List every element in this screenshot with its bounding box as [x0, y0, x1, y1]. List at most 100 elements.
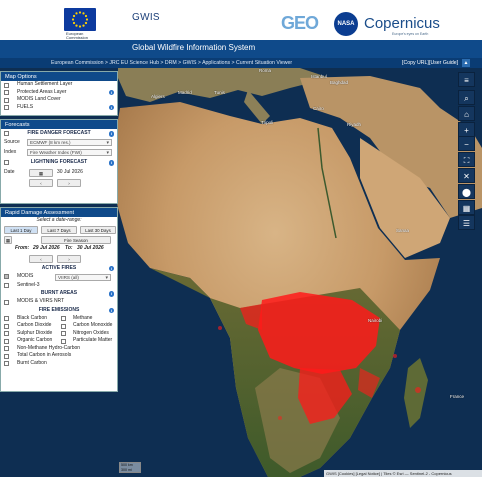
scale-mi: 300 mi — [121, 468, 132, 472]
breadcrumb-bar: European Commission > JRC EU Science Hub… — [0, 58, 482, 68]
carbon-monoxide-checkbox[interactable] — [61, 323, 66, 329]
info-icon[interactable]: i — [108, 89, 114, 95]
map-options-title: Map Options — [1, 72, 117, 81]
option-modis-land-cover[interactable]: MODIS Land Cover — [1, 96, 117, 104]
eu-flag-logo[interactable] — [64, 8, 96, 31]
protected-areas-checkbox[interactable] — [4, 90, 9, 95]
home-icon[interactable]: ⌂ — [458, 106, 475, 121]
human-settlement-label: Human Settlement Layer — [17, 81, 73, 87]
fuels-checkbox[interactable] — [4, 105, 9, 110]
from-label: From: — [15, 244, 30, 251]
last-30-days-button[interactable]: Last 30 Days — [80, 225, 116, 234]
list-icon[interactable]: ☰ — [458, 215, 475, 230]
date-range-row: From: 29 Jul 2026 To: 30 Jul 2026 — [1, 245, 117, 254]
fire-season-button[interactable]: Fire Season — [41, 235, 111, 244]
nasa-logo[interactable]: NASA — [334, 12, 358, 36]
burnt-carbon-checkbox[interactable] — [4, 361, 9, 366]
burnt-areas-title: BURNT AREAS i — [1, 289, 117, 298]
organic-carbon-checkbox[interactable] — [4, 338, 9, 344]
copernicus-logo[interactable]: Copernicus — [364, 15, 440, 32]
protected-areas-label: Protected Areas Layer — [17, 88, 67, 95]
option-fuels[interactable]: FUELS i — [1, 104, 117, 112]
burnt-row[interactable]: MODIS & VIIRS NRT — [1, 298, 117, 306]
map-label-sanaa: Sanaa — [396, 228, 410, 233]
organic-carbon-label: Organic Carbon — [17, 337, 53, 343]
sulphur-dioxide-checkbox[interactable] — [4, 331, 9, 336]
info-icon[interactable]: i — [108, 160, 114, 166]
fullscreen-icon[interactable]: ⛶ — [458, 152, 475, 167]
viirs-select[interactable]: VIIRS (all) — [55, 273, 111, 281]
to-date: 30 Jul 2026 — [77, 244, 104, 251]
nmhc-checkbox[interactable] — [4, 346, 9, 351]
range-nav-row: ‹ › — [1, 254, 117, 264]
sentinel-row[interactable]: Sentinel-3 — [1, 282, 117, 290]
particulate-matter-checkbox[interactable] — [61, 338, 66, 344]
menu-icon[interactable]: ≡ — [458, 72, 475, 87]
modis-checkbox[interactable] — [4, 274, 9, 279]
geo-logo[interactable]: GEO — [281, 13, 319, 34]
search-icon[interactable]: ⌕ — [458, 90, 475, 105]
map-label-cairo: Cairo — [313, 106, 324, 111]
nitrogen-oxides-checkbox[interactable] — [61, 331, 66, 336]
breadcrumb[interactable]: European Commission > JRC EU Science Hub… — [51, 60, 292, 66]
index-select[interactable]: Fire Weather Index (FWI) — [27, 149, 112, 156]
rapid-damage-panel: Rapid Damage Assessment Select a date-ra… — [0, 207, 118, 392]
scale-bar: 500 km 300 mi — [119, 462, 141, 473]
date-label: Date — [4, 169, 15, 175]
modis-row: MODIS VIIRS (all) — [1, 273, 117, 282]
last-7-days-button[interactable]: Last 7 Days — [41, 225, 77, 234]
zoom-in-button[interactable]: + — [458, 122, 475, 137]
map-label-algiers: Algiers — [151, 94, 165, 99]
location-pin-icon[interactable]: ⬤ — [458, 184, 475, 199]
site-title: Global Wildfire Information System — [132, 43, 256, 52]
title-bar: Global Wildfire Information System — [0, 40, 482, 58]
lightning-checkbox[interactable] — [4, 160, 9, 165]
user-guide-link[interactable]: [User Guide] — [429, 60, 458, 66]
map-attribution[interactable]: GWIS [Cookies] [Legal Notice] | Tiles © … — [324, 470, 482, 477]
modis-land-cover-checkbox[interactable] — [4, 97, 9, 103]
emission-row: Carbon Dioxide Carbon Monoxide — [1, 322, 117, 330]
sentinel-checkbox[interactable] — [4, 283, 9, 288]
total-carbon-aerosols-label: Total Carbon in Aerosols — [17, 352, 72, 358]
info-icon[interactable]: i — [108, 265, 114, 271]
date-next-button[interactable]: › — [57, 179, 81, 187]
option-protected-areas[interactable]: Protected Areas Layer i — [1, 89, 117, 97]
range-next-button[interactable]: › — [57, 254, 81, 263]
scroll-up-button[interactable]: ▲ — [462, 59, 470, 67]
calendar-icon[interactable]: ▦ — [4, 235, 12, 244]
human-settlement-checkbox[interactable] — [4, 82, 9, 88]
map-label-istanbul: Istanbul — [311, 74, 327, 79]
emission-row: Sulphur Dioxide Nitrogen Oxides — [1, 330, 117, 338]
rapid-damage-title: Rapid Damage Assessment — [1, 208, 117, 217]
collapse-icon[interactable]: ✕ — [458, 168, 475, 183]
zoom-out-button[interactable]: − — [458, 136, 475, 151]
lightning-forecast-label: LIGHTNING FORECAST — [30, 159, 88, 165]
emission-row: Burnt Carbon — [1, 360, 117, 368]
date-prev-button[interactable]: ‹ — [29, 179, 53, 187]
map-label-madrid: Madrid — [178, 90, 192, 95]
burnt-areas-checkbox[interactable] — [4, 299, 9, 305]
emission-row: Black Carbon Methane — [1, 315, 117, 323]
copy-url-link[interactable]: [Copy URL] — [402, 60, 429, 66]
grid-icon[interactable]: ▦ — [458, 200, 475, 215]
calendar-icon[interactable]: ▦ — [29, 169, 53, 177]
info-icon[interactable]: i — [108, 131, 114, 137]
info-icon[interactable]: i — [108, 104, 114, 110]
total-carbon-aerosols-checkbox[interactable] — [4, 353, 9, 359]
methane-label: Methane — [73, 314, 93, 321]
last-1-day-button[interactable]: Last 1 Day — [4, 225, 38, 234]
range-prev-button[interactable]: ‹ — [29, 254, 53, 263]
option-human-settlement[interactable]: Human Settlement Layer — [1, 81, 117, 89]
burnt-areas-source: MODIS & VIIRS NRT — [17, 298, 65, 304]
info-icon[interactable]: i — [108, 307, 114, 313]
fire-danger-checkbox[interactable] — [4, 131, 9, 136]
info-icon[interactable]: i — [108, 291, 114, 297]
carbon-dioxide-checkbox[interactable] — [4, 323, 9, 329]
fire-emissions-label: FIRE EMISSIONS — [38, 306, 80, 313]
source-select[interactable]: ECMWF (8 km res.) — [27, 139, 112, 146]
date-nav-row: ‹ › — [1, 178, 117, 188]
black-carbon-checkbox[interactable] — [4, 316, 9, 321]
site-header: European Commission GWIS GEO NASA Copern… — [0, 0, 482, 40]
emission-row: Total Carbon in Aerosols — [1, 352, 117, 360]
methane-checkbox[interactable] — [61, 316, 66, 321]
